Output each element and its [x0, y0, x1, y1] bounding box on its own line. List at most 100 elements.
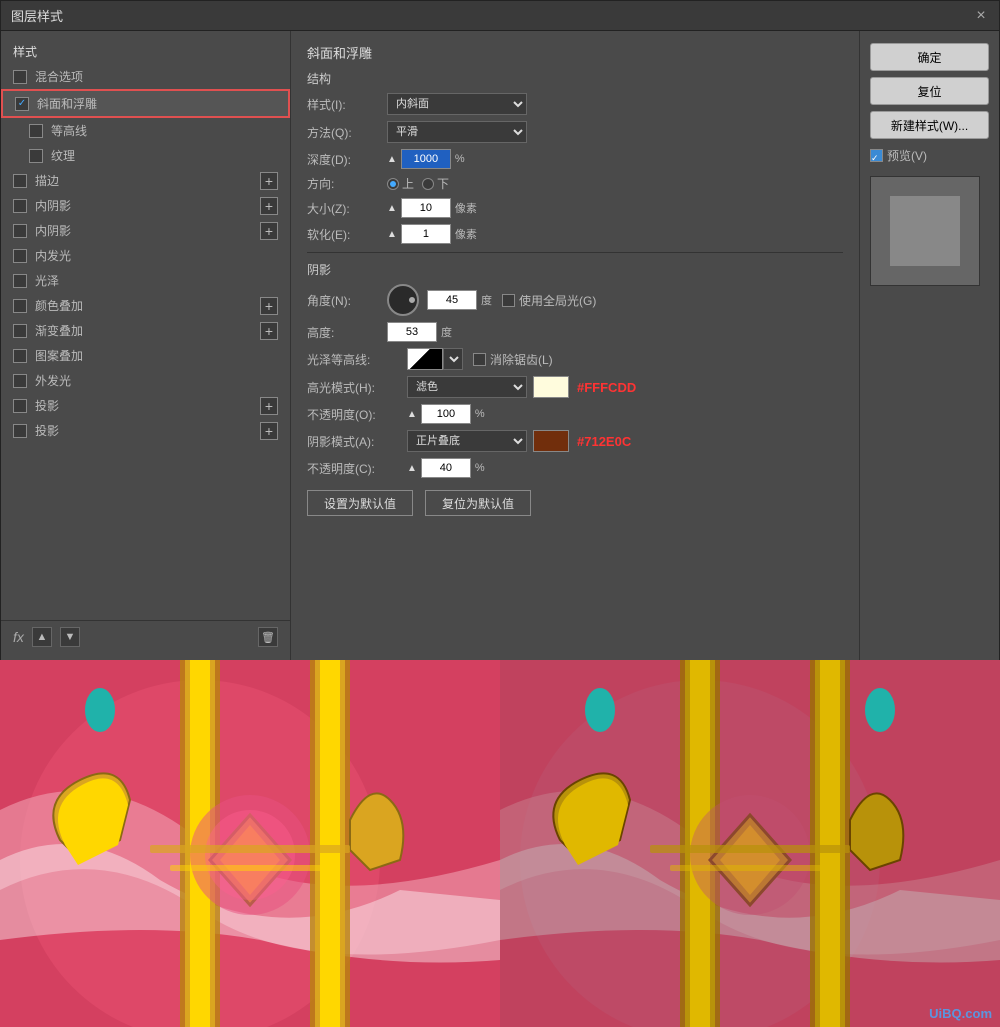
style-select[interactable]: 内斜面	[387, 93, 527, 115]
shadow-opacity-arrow[interactable]: ▲	[407, 463, 417, 474]
gradientoverlay-plus[interactable]: +	[260, 322, 278, 340]
dropshadow1-label: 投影	[35, 397, 59, 414]
dropshadow1-plus[interactable]: +	[260, 397, 278, 415]
method-select[interactable]: 平滑	[387, 121, 527, 143]
preview-checkbox[interactable]: ✓	[870, 149, 883, 162]
depth-input[interactable]	[401, 149, 451, 169]
angle-row: 角度(N): 度 使用全局光(G)	[307, 284, 843, 316]
gloss-dropdown[interactable]	[443, 348, 463, 370]
shadow-mode-select[interactable]: 正片叠底	[407, 430, 527, 452]
reset-default-button[interactable]: 复位为默认值	[425, 490, 531, 516]
global-light-checkbox[interactable]	[502, 294, 515, 307]
innerglow-checkbox[interactable]	[13, 249, 27, 263]
coloroverlay-plus[interactable]: +	[260, 297, 278, 315]
layer-item-innershadow1[interactable]: 内阴影 +	[1, 193, 290, 218]
satin-label: 光泽	[35, 272, 59, 289]
patternoverlay-checkbox[interactable]	[13, 349, 27, 363]
layer-item-stroke[interactable]: 描边 +	[1, 168, 290, 193]
texture-checkbox[interactable]	[29, 149, 43, 163]
shadow-opacity-input[interactable]	[421, 458, 471, 478]
gradientoverlay-label: 渐变叠加	[35, 322, 83, 339]
depth-slider-arrow[interactable]: ▲	[387, 154, 397, 165]
method-label: 方法(Q):	[307, 124, 387, 141]
patternoverlay-label: 图案叠加	[35, 347, 83, 364]
close-button[interactable]: ×	[973, 8, 989, 24]
dialog-title: 图层样式	[11, 6, 63, 25]
angle-dial[interactable]	[387, 284, 419, 316]
down-button[interactable]: ▼	[60, 627, 80, 647]
altitude-label: 高度:	[307, 324, 387, 341]
shadow-color-swatch[interactable]	[533, 430, 569, 452]
layer-item-innershadow2[interactable]: 内阴影 +	[1, 218, 290, 243]
highlight-color-swatch[interactable]	[533, 376, 569, 398]
highlight-opacity-arrow[interactable]: ▲	[407, 409, 417, 420]
shadow-opacity-label: 不透明度(C):	[307, 460, 407, 477]
innershadow2-checkbox[interactable]	[13, 224, 27, 238]
direction-down-radio[interactable]	[422, 178, 434, 190]
outerglow-checkbox[interactable]	[13, 374, 27, 388]
set-default-button[interactable]: 设置为默认值	[307, 490, 413, 516]
dropshadow2-plus[interactable]: +	[260, 422, 278, 440]
coloroverlay-checkbox[interactable]	[13, 299, 27, 313]
blending-checkbox[interactable]	[13, 70, 27, 84]
highlight-opacity-input[interactable]	[421, 404, 471, 424]
anti-alias-checkbox[interactable]	[473, 353, 486, 366]
soften-arrow[interactable]: ▲	[387, 229, 397, 240]
layer-item-patternoverlay[interactable]: 图案叠加	[1, 343, 290, 368]
shadow-opacity-row: 不透明度(C): ▲ %	[307, 458, 843, 478]
highlight-mode-select[interactable]: 滤色	[407, 376, 527, 398]
shadow-title: 阴影	[307, 261, 843, 278]
bevel-checkbox[interactable]	[15, 97, 29, 111]
dropshadow2-checkbox[interactable]	[13, 424, 27, 438]
altitude-row: 高度: 度	[307, 322, 843, 342]
angle-input[interactable]	[427, 290, 477, 310]
size-arrow[interactable]: ▲	[387, 203, 397, 214]
preview-box	[870, 176, 980, 286]
layer-item-innerglow[interactable]: 内发光	[1, 243, 290, 268]
contour-checkbox[interactable]	[29, 124, 43, 138]
global-light-row: 使用全局光(G)	[502, 292, 596, 309]
reset-button[interactable]: 复位	[870, 77, 989, 105]
direction-down-label: 下	[437, 175, 449, 192]
layer-item-coloroverlay[interactable]: 颜色叠加 +	[1, 293, 290, 318]
highlight-mode-label: 高光模式(H):	[307, 379, 407, 396]
layer-item-dropshadow2[interactable]: 投影 +	[1, 418, 290, 443]
direction-down-item[interactable]: 下	[422, 175, 449, 192]
highlight-opacity-label: 不透明度(O):	[307, 406, 407, 423]
dropshadow1-checkbox[interactable]	[13, 399, 27, 413]
ok-button[interactable]: 确定	[870, 43, 989, 71]
layer-item-satin[interactable]: 光泽	[1, 268, 290, 293]
layer-item-outerglow[interactable]: 外发光	[1, 368, 290, 393]
gloss-preview[interactable]	[407, 348, 443, 370]
direction-row: 方向: 上 下	[307, 175, 843, 192]
up-button[interactable]: ▲	[32, 627, 52, 647]
innershadow2-plus[interactable]: +	[260, 222, 278, 240]
direction-up-radio[interactable]	[387, 178, 399, 190]
size-row: 大小(Z): ▲ 像素	[307, 198, 843, 218]
satin-checkbox[interactable]	[13, 274, 27, 288]
delete-button[interactable]: 🗑	[258, 627, 278, 647]
layer-item-blending[interactable]: 混合选项	[1, 64, 290, 89]
layer-item-gradientoverlay[interactable]: 渐变叠加 +	[1, 318, 290, 343]
highlight-mode-row: 高光模式(H): 滤色 #FFFCDD	[307, 376, 843, 398]
stroke-checkbox[interactable]	[13, 174, 27, 188]
preview-inner	[890, 196, 960, 266]
size-input[interactable]	[401, 198, 451, 218]
innershadow1-checkbox[interactable]	[13, 199, 27, 213]
new-style-button[interactable]: 新建样式(W)...	[870, 111, 989, 139]
layer-item-texture[interactable]: 纹理	[1, 143, 290, 168]
direction-up-item[interactable]: 上	[387, 175, 414, 192]
altitude-unit: 度	[441, 324, 452, 340]
anti-alias-row: 消除锯齿(L)	[473, 351, 553, 368]
middle-panel: 斜面和浮雕 结构 样式(I): 内斜面 方法(Q): 平滑 深度(D): ▲	[291, 31, 859, 661]
layer-item-contour[interactable]: 等高线	[1, 118, 290, 143]
gradientoverlay-checkbox[interactable]	[13, 324, 27, 338]
layer-item-dropshadow1[interactable]: 投影 +	[1, 393, 290, 418]
innershadow1-plus[interactable]: +	[260, 197, 278, 215]
bottom-buttons: 设置为默认值 复位为默认值	[307, 490, 843, 516]
layer-item-bevel[interactable]: 斜面和浮雕	[1, 89, 290, 118]
divider1	[307, 252, 843, 253]
soften-input[interactable]	[401, 224, 451, 244]
altitude-input[interactable]	[387, 322, 437, 342]
stroke-plus[interactable]: +	[260, 172, 278, 190]
